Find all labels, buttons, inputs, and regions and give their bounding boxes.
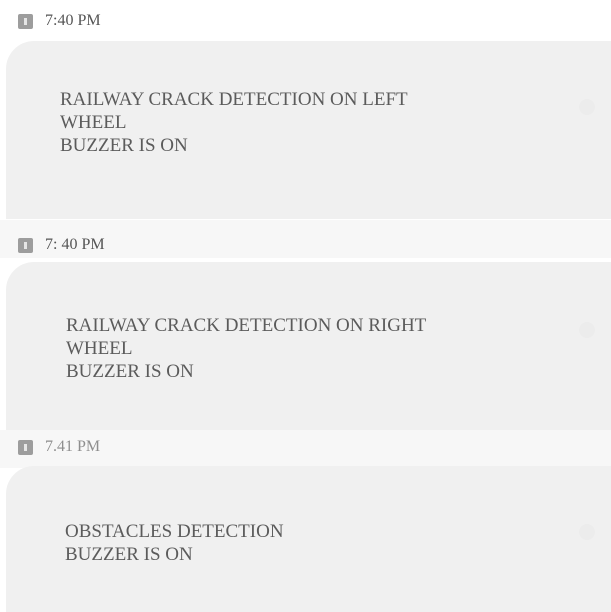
message-bubble-3[interactable]: OBSTACLES DETECTION BUZZER IS ON (6, 466, 611, 612)
message-bubble-1[interactable]: RAILWAY CRACK DETECTION ON LEFT WHEEL BU… (6, 41, 611, 219)
message-text-2: RAILWAY CRACK DETECTION ON RIGHT WHEEL B… (66, 315, 427, 382)
message-header-1: 7:40 PM (18, 12, 101, 30)
sim-card-icon (18, 237, 33, 253)
message-time-2: 7: 40 PM (45, 236, 105, 253)
message-time-3: 7.41 PM (45, 438, 101, 455)
message-text-3: OBSTACLES DETECTION BUZZER IS ON (65, 521, 284, 565)
message-header-3: 7.41 PM (18, 438, 100, 456)
bubble-dot-icon (579, 524, 595, 540)
sim-card-icon (18, 439, 33, 455)
bubble-dot-icon (579, 322, 595, 338)
bubble-dot-icon (579, 99, 595, 115)
message-time-1: 7:40 PM (45, 12, 101, 29)
sim-card-icon (18, 13, 33, 29)
message-header-2: 7: 40 PM (18, 236, 105, 254)
message-text-1: RAILWAY CRACK DETECTION ON LEFT WHEEL BU… (60, 89, 408, 156)
message-bubble-2[interactable]: RAILWAY CRACK DETECTION ON RIGHT WHEEL B… (6, 262, 611, 430)
